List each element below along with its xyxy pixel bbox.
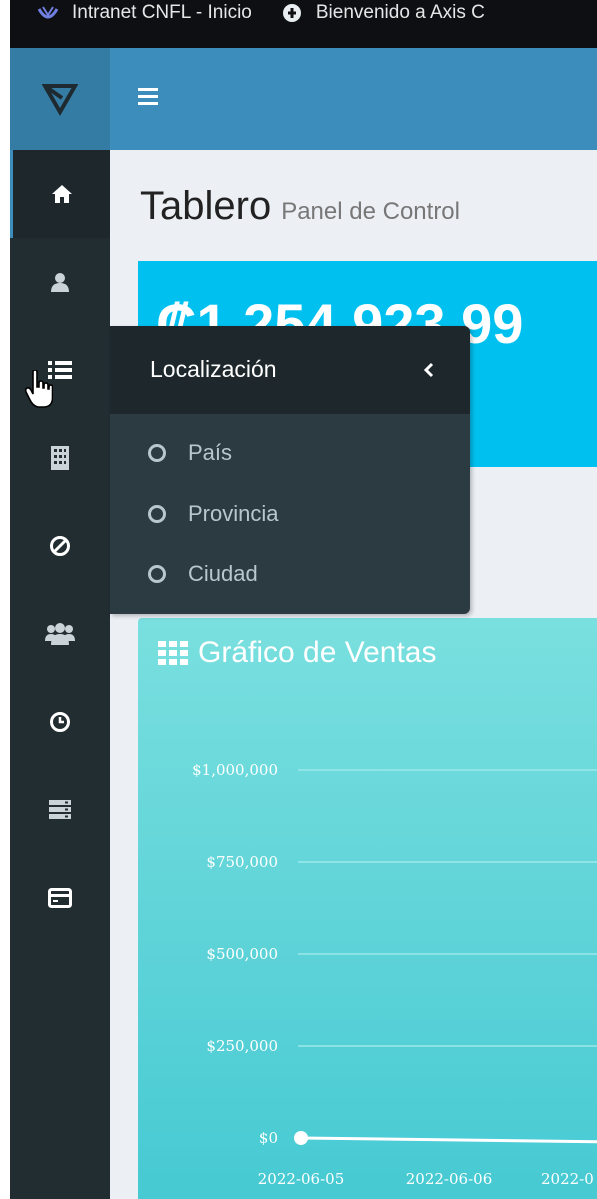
y-tick-label: $750,000 xyxy=(206,853,278,871)
app-frame: Intranet CNFL - Inicio Bienvenido a Axis… xyxy=(0,0,597,1199)
flyout-title: Localización xyxy=(150,356,277,382)
users-icon xyxy=(45,623,75,645)
sidebar-item-server[interactable] xyxy=(10,766,110,854)
flyout-item-ciudad[interactable]: Ciudad xyxy=(148,561,258,587)
building-icon xyxy=(51,446,69,470)
hand-cursor-icon xyxy=(25,370,53,408)
menu-toggle-icon[interactable] xyxy=(138,88,158,106)
main-content: Tablero Panel de Control ₡1,254,923.99 $1… xyxy=(110,150,597,1199)
sidebar-item-user[interactable] xyxy=(10,238,110,326)
data-point[interactable] xyxy=(294,1131,308,1145)
credit-card-icon xyxy=(48,888,72,908)
bookmarks-bar: Intranet CNFL - Inicio Bienvenido a Axis… xyxy=(10,0,597,48)
flyout-item-label: Ciudad xyxy=(188,561,258,586)
sales-chart-box: $1,000,000 $750,000 $500,000 $250,000 $0 2022… xyxy=(138,618,597,1199)
chevron-left-icon xyxy=(424,362,434,378)
bookmark-axis[interactable]: Bienvenido a Axis C xyxy=(280,2,485,24)
page-subtitle: Panel de Control xyxy=(281,198,460,225)
app-logo xyxy=(42,84,78,116)
sidebar-item-clock[interactable] xyxy=(10,678,110,766)
sales-chart: $1,000,000 $750,000 $500,000 $250,000 $0 2022… xyxy=(192,761,597,1188)
server-icon xyxy=(49,800,71,819)
circle-icon xyxy=(148,444,166,462)
y-tick-label: $500,000 xyxy=(206,945,278,963)
page-header: Tablero Panel de Control xyxy=(140,184,460,229)
circle-icon xyxy=(148,505,166,523)
sidebar-item-users[interactable] xyxy=(10,590,110,678)
sidebar-item-ban[interactable] xyxy=(10,502,110,590)
circle-icon xyxy=(148,565,166,583)
flyout-header[interactable]: Localización xyxy=(110,326,470,414)
chart-header: Gráfico de Ventas xyxy=(158,636,436,670)
sidebar-item-home[interactable] xyxy=(10,150,110,238)
sidebar-item-building[interactable] xyxy=(10,414,110,502)
y-tick-label: $0 xyxy=(259,1129,278,1147)
window-edge xyxy=(0,0,10,1199)
intranet-icon xyxy=(37,6,59,19)
y-tick-label: $250,000 xyxy=(206,1037,278,1055)
top-navbar xyxy=(110,48,597,150)
axis-icon xyxy=(282,4,301,22)
flyout-item-label: Provincia xyxy=(188,501,279,526)
flyout-item-pais[interactable]: País xyxy=(148,440,232,466)
localizacion-flyout: Localización País Provincia Ciudad xyxy=(110,326,470,614)
flyout-item-label: País xyxy=(188,440,233,465)
grid-icon xyxy=(158,641,188,665)
sidebar xyxy=(10,48,110,1199)
sidebar-item-credit-card[interactable] xyxy=(10,854,110,942)
y-tick-label: $1,000,000 xyxy=(192,761,278,779)
home-icon xyxy=(51,185,72,203)
ban-icon xyxy=(50,536,70,556)
page-title: Tablero xyxy=(140,184,272,228)
flyout-item-provincia[interactable]: Provincia xyxy=(148,501,278,527)
clock-icon xyxy=(50,712,70,732)
bookmark-axis-label: Bienvenido a Axis C xyxy=(315,2,485,23)
bookmark-intranet-label: Intranet CNFL - Inicio xyxy=(72,2,252,23)
logo-link[interactable] xyxy=(10,48,110,150)
x-tick-label: 2022-06-06 xyxy=(406,1170,492,1188)
x-tick-label: 2022-06-05 xyxy=(258,1170,344,1188)
x-tick-label: 2022-0 xyxy=(541,1170,594,1188)
bookmark-intranet[interactable]: Intranet CNFL - Inicio xyxy=(36,2,252,24)
user-icon xyxy=(51,273,69,292)
series-line xyxy=(300,1136,597,1144)
chart-title: Gráfico de Ventas xyxy=(198,636,437,669)
